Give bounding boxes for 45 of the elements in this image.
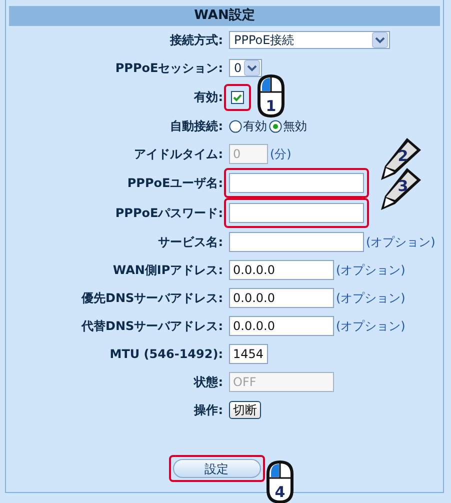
step-number: 4 xyxy=(274,483,286,501)
dropdown[interactable]: 0 xyxy=(229,59,262,77)
field-label: 操作: xyxy=(192,402,223,418)
chevron-down-icon xyxy=(244,60,260,76)
dropdown[interactable]: PPPoE接続 xyxy=(229,31,390,49)
field-label: PPPoEセッション: xyxy=(114,60,223,76)
radio-label: 有効 xyxy=(243,118,267,134)
input-field[interactable]: 0.0.0.0 xyxy=(229,288,334,308)
disconnect-button[interactable]: 切断 xyxy=(229,401,261,419)
field-label: MTU (546-1492): xyxy=(108,347,223,361)
mouse-icon xyxy=(266,460,294,503)
field-label: 優先DNSサーバアドレス: xyxy=(80,290,223,306)
field-label: 状態: xyxy=(192,374,223,390)
input-field[interactable]: 0.0.0.0 xyxy=(229,316,334,336)
hint-text: (オプション) xyxy=(336,290,406,306)
field-label: WAN側IPアドレス: xyxy=(112,262,223,278)
input-field[interactable]: 1454 xyxy=(229,344,268,364)
field-label: 自動接続: xyxy=(169,118,223,134)
field-label: PPPoEパスワード: xyxy=(114,204,223,222)
hint-text: (オプション) xyxy=(366,234,436,250)
field-label: 接続方式: xyxy=(168,32,223,48)
radio-button[interactable] xyxy=(229,120,242,132)
submit-button[interactable]: 設定 xyxy=(172,459,260,478)
radio-button[interactable] xyxy=(269,120,282,132)
field-label: PPPoEユーザ名: xyxy=(126,174,223,192)
hint-text: (分) xyxy=(270,146,292,162)
hint-text: (オプション) xyxy=(336,262,406,278)
input-field[interactable]: 0.0.0.0 xyxy=(229,260,334,280)
input-field[interactable] xyxy=(229,203,364,223)
pencil-icon xyxy=(381,168,421,210)
input-field[interactable] xyxy=(229,232,364,252)
radio-label: 無効 xyxy=(283,118,307,134)
mouse-icon xyxy=(258,74,284,117)
input-field[interactable] xyxy=(229,173,364,193)
field-label: サービス名: xyxy=(157,234,223,250)
step-number: 3 xyxy=(398,177,408,195)
chevron-down-icon xyxy=(372,32,388,48)
field-label: アイドルタイム: xyxy=(133,146,223,162)
field-label: 代替DNSサーバアドレス: xyxy=(80,318,223,334)
step-number: 1 xyxy=(266,96,276,114)
section-header: WAN設定 xyxy=(9,6,440,26)
hint-text: (オプション) xyxy=(336,318,406,334)
step-number: 2 xyxy=(398,147,408,165)
checkbox[interactable] xyxy=(231,90,244,104)
field-label: 有効: xyxy=(192,88,223,106)
